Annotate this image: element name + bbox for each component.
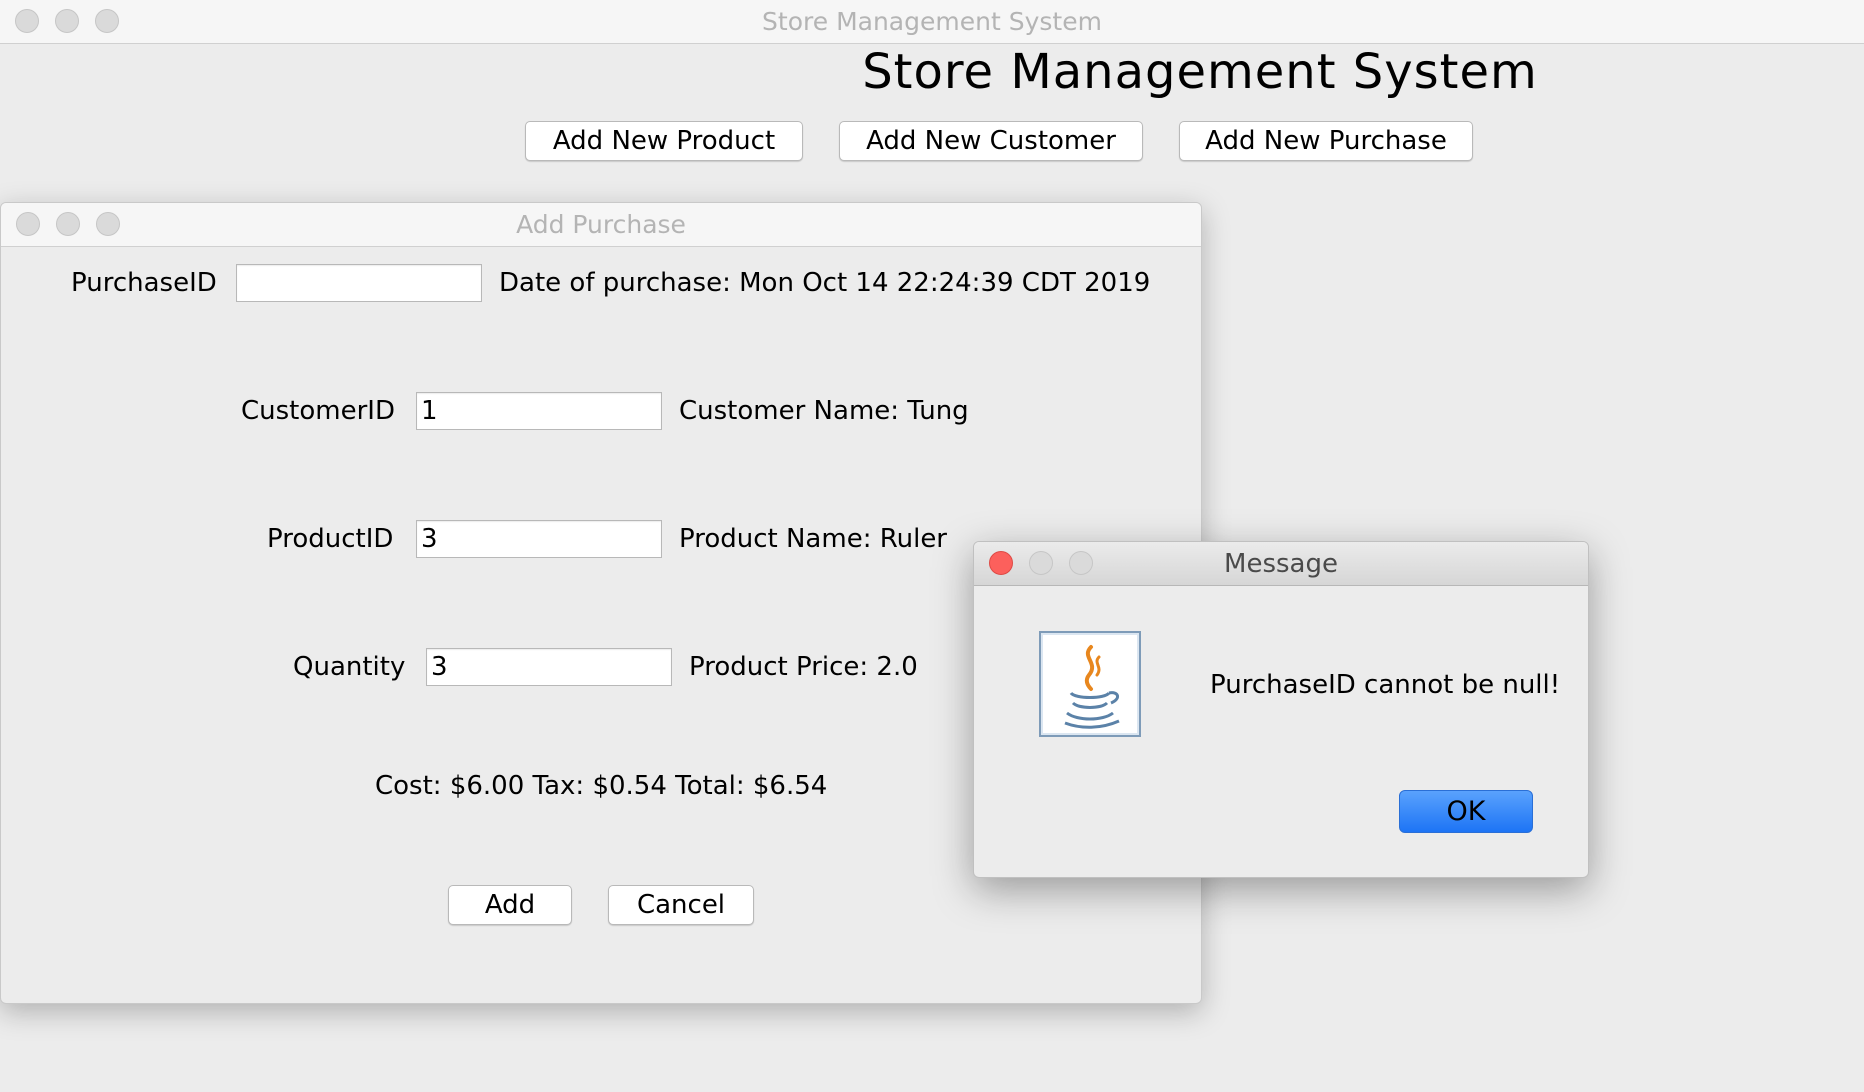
- add-new-customer-button[interactable]: Add New Customer: [839, 121, 1143, 161]
- product-id-input[interactable]: [416, 520, 662, 558]
- message-dialog-titlebar: Message: [974, 542, 1588, 586]
- customer-id-input[interactable]: [416, 392, 662, 430]
- message-dialog-title: Message: [1224, 549, 1338, 579]
- purchase-id-input[interactable]: [236, 264, 482, 302]
- customer-name-text: Customer Name: Tung: [679, 396, 969, 426]
- main-titlebar: Store Management System: [0, 0, 1864, 44]
- cancel-button[interactable]: Cancel: [608, 885, 754, 925]
- date-of-purchase-text: Date of purchase: Mon Oct 14 22:24:39 CD…: [499, 268, 1151, 298]
- add-new-product-button[interactable]: Add New Product: [525, 121, 803, 161]
- product-price-text: Product Price: 2.0: [689, 652, 918, 682]
- java-icon: [1039, 631, 1141, 737]
- quantity-input[interactable]: [426, 648, 672, 686]
- add-button[interactable]: Add: [448, 885, 572, 925]
- add-purchase-titlebar: Add Purchase: [1, 203, 1201, 247]
- customer-id-label: CustomerID: [241, 396, 395, 426]
- product-name-text: Product Name: Ruler: [679, 524, 947, 554]
- add-new-purchase-button[interactable]: Add New Purchase: [1179, 121, 1473, 161]
- message-dialog: Message PurchaseID cannot be null! OK: [973, 541, 1589, 878]
- page-title: Store Management System: [862, 44, 1538, 100]
- add-purchase-window-title: Add Purchase: [516, 210, 686, 239]
- quantity-label: Quantity: [293, 652, 406, 682]
- message-text: PurchaseID cannot be null!: [1210, 670, 1561, 700]
- purchase-id-label: PurchaseID: [71, 268, 217, 298]
- totals-text: Cost: $6.00 Tax: $0.54 Total: $6.54: [375, 771, 828, 801]
- main-window-title: Store Management System: [762, 7, 1102, 36]
- product-id-label: ProductID: [267, 524, 394, 554]
- ok-button[interactable]: OK: [1399, 790, 1533, 833]
